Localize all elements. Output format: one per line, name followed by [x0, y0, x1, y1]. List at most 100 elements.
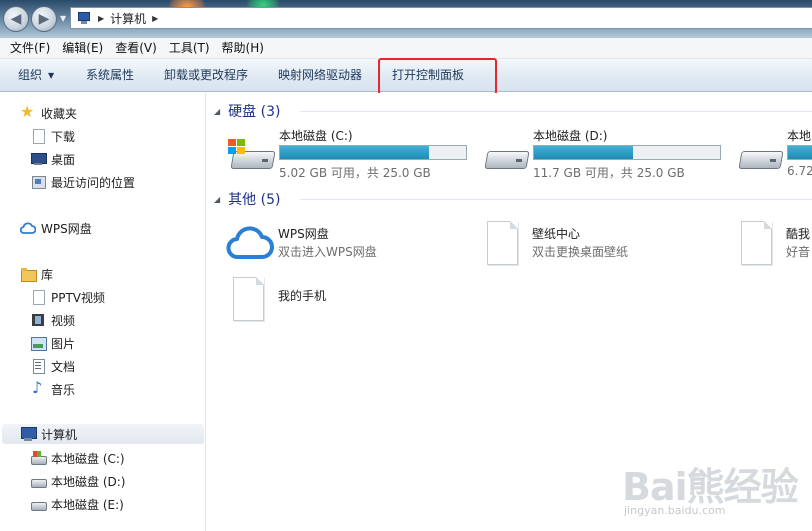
- sidebar-item-desktop[interactable]: 桌面: [30, 149, 75, 169]
- collapse-triangle-icon: ◢: [214, 106, 221, 116]
- forward-arrow-icon: ▶: [38, 11, 50, 27]
- my-phone-tile[interactable]: 我的手机: [207, 273, 447, 329]
- collapse-triangle-icon: ◢: [214, 194, 221, 204]
- forward-button[interactable]: ▶: [31, 6, 57, 32]
- uninstall-program-button[interactable]: 卸载或更改程序: [164, 59, 248, 92]
- breadcrumb-chevron-icon[interactable]: ▶: [98, 14, 104, 23]
- cloud-icon: [226, 221, 274, 267]
- drive-tile-d[interactable]: 本地磁盘 (D:) 11.7 GB 可用，共 25.0 GB: [482, 127, 732, 183]
- downloads-folder-icon: [30, 128, 46, 144]
- group-title: 硬盘 (3): [228, 104, 281, 120]
- map-network-drive-button[interactable]: 映射网络驱动器: [278, 59, 362, 92]
- sidebar-item-downloads[interactable]: 下载: [30, 126, 75, 146]
- pptv-folder-icon: [30, 289, 46, 305]
- organize-button[interactable]: 组织 ▼: [18, 59, 54, 92]
- sidebar-item-label: 视频: [51, 313, 76, 328]
- hard-drive-icon: [30, 496, 47, 512]
- cloud-icon: [20, 220, 36, 236]
- address-box[interactable]: ▶ 计算机 ▶: [70, 7, 812, 29]
- sidebar-item-pictures[interactable]: 图片: [30, 333, 75, 353]
- documents-library-icon: [30, 358, 46, 374]
- sidebar-item-label: 下载: [51, 129, 76, 144]
- drive-tile-c[interactable]: 本地磁盘 (C:) 5.02 GB 可用，共 25.0 GB: [228, 127, 478, 183]
- sidebar-item-label: PPTV视频: [51, 290, 106, 305]
- drive-name: 本地磁盘 (C:): [279, 129, 353, 143]
- sidebar-item-label: 收藏夹: [41, 106, 78, 121]
- menu-view[interactable]: 查看(V): [109, 38, 163, 58]
- sidebar-item-drive-e[interactable]: 本地磁盘 (E:): [30, 494, 124, 514]
- system-properties-button[interactable]: 系统属性: [86, 59, 134, 92]
- tile-title: 酷我: [786, 227, 811, 241]
- hard-drive-icon: [482, 139, 530, 173]
- breadcrumb-computer[interactable]: 计算机: [110, 10, 146, 27]
- other-group-header[interactable]: ◢ 其他 (5): [214, 189, 812, 209]
- tile-subtitle: 好音: [786, 245, 811, 259]
- video-library-icon: [30, 312, 46, 328]
- sidebar-item-label: 本地磁盘 (E:): [51, 497, 124, 512]
- sidebar-item-documents[interactable]: 文档: [30, 356, 75, 376]
- group-divider: [300, 199, 812, 200]
- drive-usage-fill: [280, 146, 429, 159]
- drive-free-space: 11.7 GB 可用，共 25.0 GB: [533, 166, 685, 180]
- sidebar-item-label: 本地磁盘 (D:): [51, 474, 126, 489]
- desktop-icon: [30, 151, 47, 167]
- kuwo-tile[interactable]: 酷我 好音: [715, 217, 812, 273]
- system-drive-icon: [228, 139, 276, 173]
- sidebar-item-computer[interactable]: 计算机: [2, 424, 204, 444]
- tile-title: 我的手机: [278, 289, 327, 303]
- file-icon: [738, 221, 774, 267]
- drive-usage-bar: [787, 145, 812, 160]
- drive-usage-fill: [788, 146, 812, 159]
- hard-drive-icon: [736, 139, 784, 173]
- menu-help[interactable]: 帮助(H): [216, 38, 270, 58]
- star-icon: [20, 102, 36, 121]
- sidebar-item-videos[interactable]: 视频: [30, 310, 75, 330]
- menu-file[interactable]: 文件(F): [4, 38, 56, 58]
- breadcrumb-chevron-icon[interactable]: ▶: [152, 14, 158, 23]
- sidebar-item-drive-c[interactable]: 本地磁盘 (C:): [30, 448, 125, 468]
- sidebar-item-label: 图片: [51, 336, 76, 351]
- file-icon: [484, 221, 520, 267]
- sidebar-item-label: 文档: [51, 359, 76, 374]
- hard-disks-group-header[interactable]: ◢ 硬盘 (3): [214, 101, 812, 121]
- drive-usage-fill: [534, 146, 633, 159]
- library-folder-icon: [20, 266, 37, 282]
- sidebar-item-pptv-video[interactable]: PPTV视频: [30, 287, 105, 307]
- back-button[interactable]: ◀: [3, 6, 29, 32]
- drive-name: 本地磁盘 (D:): [533, 129, 608, 143]
- drive-free-space: 6.72: [787, 164, 812, 178]
- sidebar-item-label: 音乐: [51, 382, 76, 397]
- menu-edit[interactable]: 编辑(E): [56, 38, 109, 58]
- navigation-pane: 收藏夹 下载 桌面 最近访问的位置 WPS网盘 库 PPTV视频 视频 图片 文…: [0, 93, 206, 531]
- sidebar-item-label: 最近访问的位置: [51, 175, 136, 190]
- wps-cloud-tile[interactable]: WPS网盘 双击进入WPS网盘: [207, 217, 447, 273]
- menu-tools[interactable]: 工具(T): [163, 38, 216, 58]
- drive-free-space: 5.02 GB 可用，共 25.0 GB: [279, 166, 431, 180]
- tile-title: 壁纸中心: [532, 227, 581, 241]
- wallpaper-center-tile[interactable]: 壁纸中心 双击更换桌面壁纸: [461, 217, 701, 273]
- sidebar-item-label: WPS网盘: [41, 221, 92, 236]
- sidebar-item-music[interactable]: 音乐: [30, 378, 76, 399]
- recent-places-icon: [30, 174, 46, 190]
- drive-name: 本地: [787, 129, 812, 143]
- drive-usage-bar: [533, 145, 721, 160]
- computer-icon: [20, 426, 37, 442]
- sidebar-item-libraries[interactable]: 库: [20, 264, 53, 284]
- history-dropdown-icon[interactable]: ▼: [60, 14, 66, 23]
- organize-label: 组织: [18, 67, 43, 82]
- drive-usage-bar: [279, 145, 467, 160]
- sidebar-item-drive-d[interactable]: 本地磁盘 (D:): [30, 471, 125, 491]
- sidebar-item-favorites[interactable]: 收藏夹: [20, 102, 78, 123]
- drive-tile-e[interactable]: 本地 6.72: [736, 127, 812, 183]
- system-drive-icon: [30, 450, 47, 466]
- group-title: 其他 (5): [228, 192, 281, 208]
- address-bar-area: ◀ ▶ ▼ ▶ 计算机 ▶: [0, 0, 812, 38]
- tile-subtitle: 双击进入WPS网盘: [278, 245, 377, 259]
- sidebar-item-label: 计算机: [41, 427, 78, 442]
- file-icon: [230, 277, 266, 323]
- tile-subtitle: 双击更换桌面壁纸: [532, 245, 629, 259]
- sidebar-item-wps-cloud[interactable]: WPS网盘: [20, 218, 92, 238]
- sidebar-item-label: 桌面: [51, 152, 76, 167]
- tile-title: WPS网盘: [278, 227, 329, 241]
- sidebar-item-recent-places[interactable]: 最近访问的位置: [30, 172, 135, 192]
